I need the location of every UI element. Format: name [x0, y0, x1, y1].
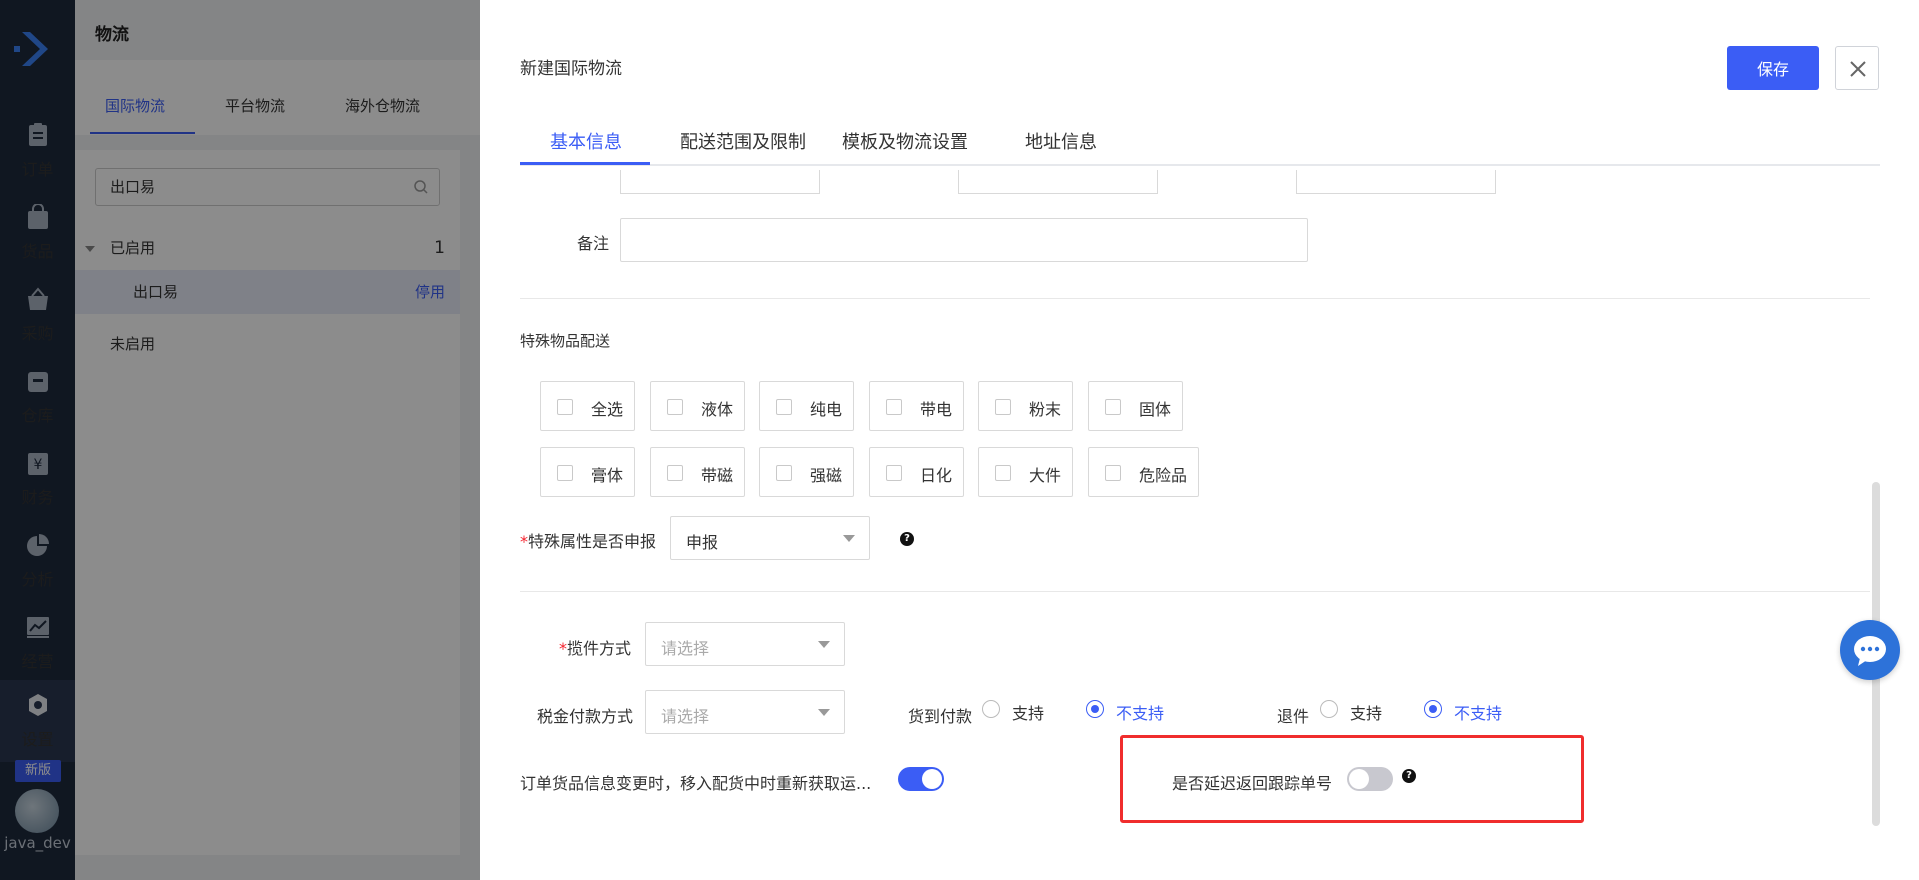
checkbox-label: 膏体 [591, 466, 624, 485]
chat-button[interactable] [1840, 620, 1900, 680]
return-not-support-label[interactable]: 不支持 [1454, 700, 1502, 724]
declare-label: *特殊属性是否申报 [520, 528, 656, 552]
tab-address-info[interactable]: 地址信息 [1025, 128, 1097, 154]
checkbox-oversized[interactable]: 大件 [978, 447, 1073, 497]
help-icon[interactable]: ? [900, 532, 914, 546]
tab-template-settings[interactable]: 模板及物流设置 [842, 128, 968, 154]
checkbox-label: 日化 [920, 466, 953, 485]
checkbox[interactable] [1105, 465, 1121, 481]
checkbox[interactable] [776, 465, 792, 481]
checkbox-label: 粉末 [1029, 400, 1062, 419]
checkbox-solid[interactable]: 固体 [1088, 381, 1183, 431]
input-fragment[interactable] [1296, 170, 1496, 194]
checkbox-powder[interactable]: 粉末 [978, 381, 1073, 431]
checkbox-paste[interactable]: 膏体 [540, 447, 635, 497]
tax-payment-select[interactable]: 请选择 [645, 690, 845, 734]
tab-basic-info[interactable]: 基本信息 [550, 128, 622, 154]
tax-payment-label: 税金付款方式 [537, 707, 634, 726]
checkbox[interactable] [1105, 399, 1121, 415]
checkbox[interactable] [557, 399, 573, 415]
close-button[interactable] [1835, 46, 1879, 90]
checkbox-select-all[interactable]: 全选 [540, 381, 635, 431]
pickup-label-text: 揽件方式 [567, 639, 632, 658]
checkbox[interactable] [886, 465, 902, 481]
checkbox[interactable] [995, 465, 1011, 481]
input-fragment[interactable] [958, 170, 1158, 194]
return-not-support-radio[interactable] [1424, 700, 1442, 718]
drawer-tabs: 基本信息 配送范围及限制 模板及物流设置 地址信息 [520, 118, 1880, 166]
save-button[interactable]: 保存 [1727, 46, 1819, 90]
refetch-label: 订单货品信息变更时，移入配货中时重新获取运... [520, 774, 870, 793]
checkbox-label: 固体 [1139, 400, 1172, 419]
declare-select[interactable]: 申报 [670, 516, 870, 560]
checkbox-label: 带电 [920, 400, 953, 419]
checkbox-label: 纯电 [810, 400, 843, 419]
checkbox[interactable] [776, 399, 792, 415]
cod-not-support-label[interactable]: 不支持 [1116, 700, 1164, 724]
cod-support-label[interactable]: 支持 [1012, 700, 1044, 724]
return-support-radio[interactable] [1320, 700, 1338, 718]
tax-placeholder: 请选择 [661, 707, 710, 726]
cod-label: 货到付款 [908, 707, 973, 726]
checkbox[interactable] [995, 399, 1011, 415]
declare-label-text: 特殊属性是否申报 [528, 532, 657, 551]
highlight-box [1120, 735, 1584, 823]
tab-underline [520, 162, 650, 165]
close-icon [1850, 61, 1866, 77]
chevron-down-icon [843, 535, 855, 542]
pickup-label: *揽件方式 [559, 635, 631, 659]
checkbox-label: 全选 [591, 400, 624, 419]
tab-delivery-range[interactable]: 配送范围及限制 [680, 128, 806, 154]
chevron-down-icon [818, 709, 830, 716]
divider [520, 298, 1870, 299]
drawer-title: 新建国际物流 [520, 59, 622, 79]
checkbox-magnetic[interactable]: 带磁 [650, 447, 745, 497]
checkbox-label: 带磁 [701, 466, 734, 485]
special-items-title: 特殊物品配送 [520, 332, 611, 350]
checkbox-label: 液体 [701, 400, 734, 419]
refetch-toggle[interactable] [898, 767, 944, 791]
checkbox-liquid[interactable]: 液体 [650, 381, 745, 431]
pickup-select[interactable]: 请选择 [645, 622, 845, 666]
checkbox[interactable] [886, 399, 902, 415]
return-label: 退件 [1277, 707, 1310, 726]
checkbox-label: 强磁 [810, 466, 843, 485]
return-support-label[interactable]: 支持 [1350, 700, 1382, 724]
cod-support-radio[interactable] [982, 700, 1000, 718]
checkbox-label: 危险品 [1139, 466, 1188, 485]
declare-value: 申报 [686, 533, 719, 552]
new-logistics-drawer: 新建国际物流 保存 基本信息 配送范围及限制 模板及物流设置 地址信息 备注 特… [480, 0, 1919, 880]
checkbox-pure-battery[interactable]: 纯电 [759, 381, 854, 431]
checkbox-with-battery[interactable]: 带电 [869, 381, 964, 431]
checkbox-strong-magnetic[interactable]: 强磁 [759, 447, 854, 497]
chevron-down-icon [818, 641, 830, 648]
divider [520, 591, 1870, 592]
required-mark: * [520, 532, 528, 551]
checkbox[interactable] [667, 399, 683, 415]
checkbox[interactable] [667, 465, 683, 481]
required-mark: * [559, 639, 567, 658]
pickup-placeholder: 请选择 [661, 639, 710, 658]
checkbox-label: 大件 [1029, 466, 1062, 485]
cod-not-support-radio[interactable] [1086, 700, 1104, 718]
chat-bubble-icon [1854, 636, 1886, 666]
remark-input[interactable] [620, 218, 1308, 262]
remark-label: 备注 [577, 234, 610, 253]
modal-overlay[interactable] [0, 0, 480, 880]
checkbox-dangerous[interactable]: 危险品 [1088, 447, 1199, 497]
checkbox-daily-chemical[interactable]: 日化 [869, 447, 964, 497]
input-fragment[interactable] [620, 170, 820, 194]
toggle-knob [922, 769, 942, 789]
checkbox[interactable] [557, 465, 573, 481]
